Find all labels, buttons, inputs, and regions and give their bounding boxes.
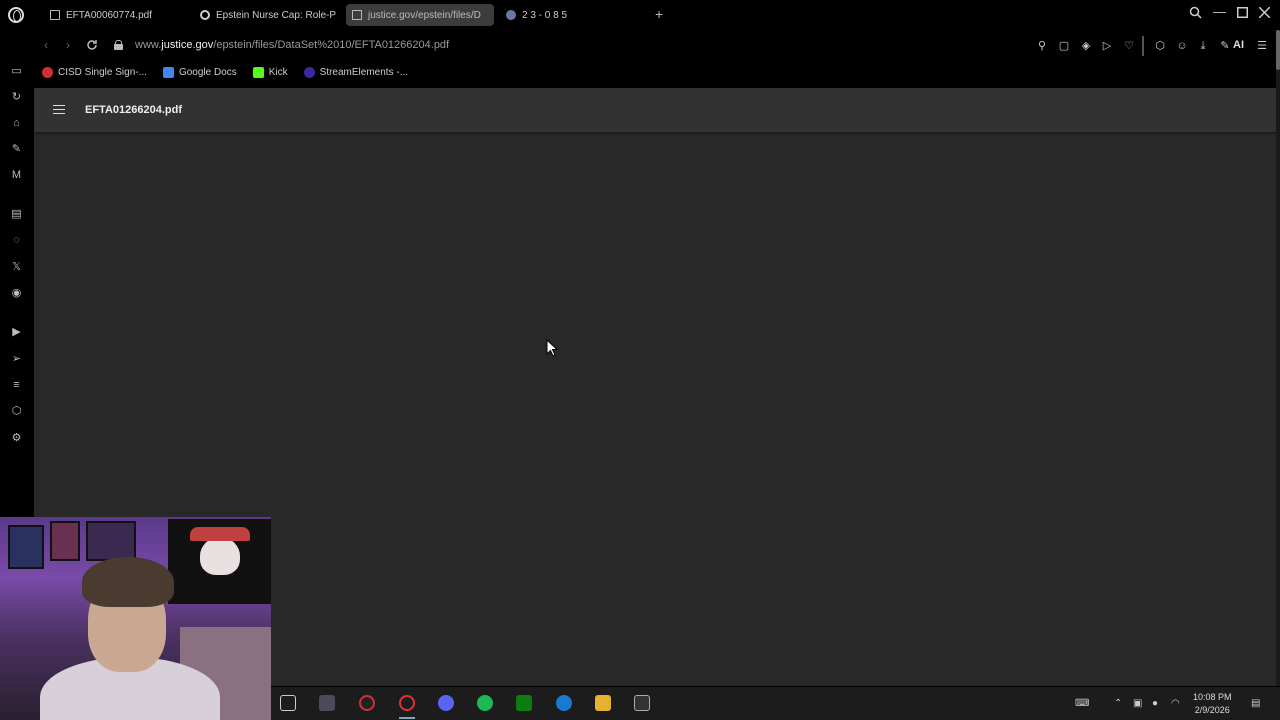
wall-poster xyxy=(86,521,136,561)
twitch-icon[interactable]: ▤ xyxy=(9,207,24,221)
opera-logo-icon[interactable] xyxy=(8,7,24,23)
notes-icon[interactable]: ✎ xyxy=(9,142,24,156)
app-icon[interactable] xyxy=(556,695,572,711)
pin-icon[interactable]: ⚲ xyxy=(1036,40,1048,52)
address-bar: ‹ › www.justice.gov/epstein/files/DataSe… xyxy=(34,32,1280,60)
notifications-icon[interactable]: ▤ xyxy=(1251,698,1260,709)
bookmark-kick[interactable]: Kick xyxy=(252,66,288,78)
extensions-icon[interactable]: ⬡ xyxy=(1154,40,1166,52)
lock-icon[interactable] xyxy=(114,40,123,50)
forward-icon[interactable]: › xyxy=(66,38,70,52)
obs-icon[interactable] xyxy=(359,695,375,711)
file-explorer-icon[interactable] xyxy=(595,695,611,711)
player-icon[interactable]: ▷ xyxy=(1101,40,1113,52)
wall-poster xyxy=(50,521,80,561)
bookmark-google-docs[interactable]: Google Docs xyxy=(162,66,237,78)
wall-poster xyxy=(8,525,44,569)
maximize-icon[interactable] xyxy=(1237,6,1248,21)
tab-title: justice.gov/epstein/files/D xyxy=(368,9,481,21)
x-twitter-icon[interactable]: 𝕏 xyxy=(9,260,24,274)
profile-icon[interactable]: ☺ xyxy=(1176,40,1188,52)
speed-dial-icon[interactable]: ▭ xyxy=(9,64,24,78)
kick-icon xyxy=(252,66,264,78)
streamelements-icon xyxy=(303,66,315,78)
epic-games-icon[interactable] xyxy=(634,695,650,711)
new-tab-plus-icon[interactable]: + xyxy=(655,7,663,21)
app-icon[interactable] xyxy=(319,695,335,711)
easy-setup-menu-icon[interactable]: ☰ xyxy=(1256,40,1268,52)
person-hair xyxy=(82,557,174,607)
bookmark-cisd[interactable]: CISD Single Sign-... xyxy=(42,66,147,78)
tabs-list-icon[interactable]: ≡ xyxy=(9,378,24,392)
ai-button[interactable]: AI xyxy=(1233,39,1244,51)
gmail-icon[interactable]: M xyxy=(9,168,24,182)
straw-hat-image xyxy=(190,527,250,541)
chevron-up-icon[interactable]: ⌃ xyxy=(1114,698,1122,709)
workspace-icon[interactable]: ⌂ xyxy=(9,116,24,130)
bookmarks-bar: CISD Single Sign-... Google Docs Kick St… xyxy=(34,62,1280,82)
display-icon[interactable]: ▣ xyxy=(1133,698,1142,709)
send-icon[interactable]: ➢ xyxy=(9,352,24,366)
cisd-icon xyxy=(42,66,53,78)
search-icon[interactable] xyxy=(1189,6,1202,22)
skull-image xyxy=(200,537,240,575)
document-icon xyxy=(352,10,362,20)
toolbar-separator xyxy=(1142,36,1144,56)
discord-icon[interactable]: ◉ xyxy=(9,286,24,300)
aria-ai-icon[interactable]: ✎ xyxy=(1219,40,1231,52)
pdf-title: EFTA01266204.pdf xyxy=(85,104,183,116)
keyboard-icon[interactable]: ⌨ xyxy=(1075,698,1089,709)
microphone-icon[interactable]: ● xyxy=(1152,698,1158,709)
taskbar-clock[interactable]: 10:08 PM 2/9/2026 xyxy=(1193,691,1232,717)
music-player-icon[interactable]: ▶ xyxy=(9,325,24,339)
shield-icon[interactable]: ◈ xyxy=(1080,40,1092,52)
tab-title: Epstein Nurse Cap: Role-P xyxy=(216,9,337,21)
tab-title: EFTA00060774.pdf xyxy=(66,9,152,21)
tab-justice-gov[interactable]: justice.gov/epstein/files/D xyxy=(346,4,494,26)
xbox-icon[interactable] xyxy=(516,695,532,711)
snapshot-icon[interactable]: ▢ xyxy=(1058,40,1070,52)
tab-title: 2 3 - 0 8 5 xyxy=(522,9,568,21)
hamburger-menu-icon[interactable] xyxy=(53,105,65,114)
download-icon[interactable]: ⤓ xyxy=(1197,40,1209,52)
spotify-icon[interactable] xyxy=(477,695,493,711)
settings-gear-icon[interactable]: ⚙ xyxy=(9,431,24,445)
history-icon[interactable]: ↻ xyxy=(9,90,24,104)
mouse-cursor-icon xyxy=(546,338,559,362)
tab-epstein-nurse-cap[interactable]: Epstein Nurse Cap: Role-P xyxy=(194,4,338,26)
webcam-overlay xyxy=(0,517,271,720)
tab-bar: EFTA00060774.pdf Epstein Nurse Cap: Role… xyxy=(0,0,1280,30)
messenger-icon[interactable]: ◌ xyxy=(9,233,24,247)
url-field[interactable]: www.justice.gov/epstein/files/DataSet%20… xyxy=(135,39,449,51)
tab-efta00060774[interactable]: EFTA00060774.pdf xyxy=(44,4,194,26)
extensions-sidebar-icon[interactable]: ⬡ xyxy=(9,404,24,418)
opera-sidebar: ▭ ↻ ⌂ ✎ M ▤ ◌ 𝕏 ◉ ▶ ➢ ≡ ⬡ ⚙ xyxy=(0,58,34,518)
google-docs-icon xyxy=(162,66,174,78)
globe-icon xyxy=(506,10,516,20)
reload-icon[interactable] xyxy=(86,39,98,54)
pdf-viewer-toolbar: EFTA01266204.pdf xyxy=(34,88,1278,132)
opera-gx-taskbar-icon[interactable] xyxy=(399,695,415,711)
windows-taskbar: ⌨ ⌃ ▣ ● ◠ 10:08 PM 2/9/2026 ▤ xyxy=(271,687,1280,720)
back-icon[interactable]: ‹ xyxy=(44,38,48,52)
task-view-icon[interactable] xyxy=(280,695,296,711)
minimize-icon[interactable]: — xyxy=(1213,4,1226,19)
document-icon xyxy=(50,10,60,20)
bookmark-streamelements[interactable]: StreamElements -... xyxy=(303,66,408,78)
scrollbar-thumb[interactable] xyxy=(1276,30,1280,70)
active-indicator xyxy=(399,717,415,719)
discord-taskbar-icon[interactable] xyxy=(438,695,454,711)
reload-icon xyxy=(200,10,210,20)
page-scrollbar[interactable] xyxy=(1276,30,1280,686)
heart-icon[interactable]: ♡ xyxy=(1123,40,1135,52)
close-icon[interactable] xyxy=(1258,6,1271,21)
tab-globe[interactable]: 2 3 - 0 8 5 xyxy=(500,4,650,26)
wifi-icon[interactable]: ◠ xyxy=(1171,698,1180,709)
